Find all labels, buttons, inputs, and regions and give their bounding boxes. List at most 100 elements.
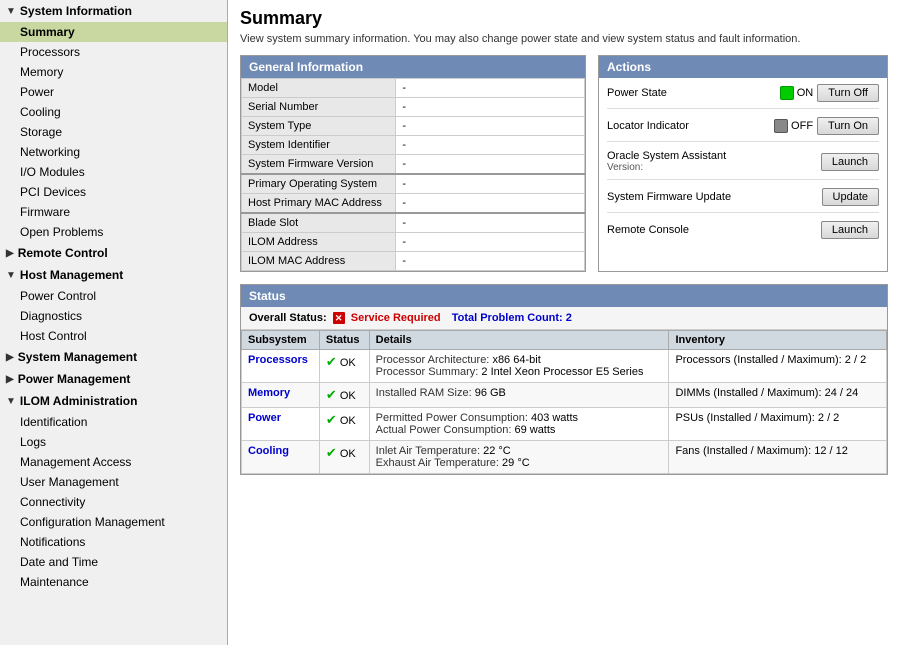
status-ok: ✔ OK xyxy=(319,441,369,474)
remote-controls: Launch xyxy=(821,221,879,239)
sidebar-section-ilom-administration[interactable]: ▼ ILOM Administration xyxy=(0,390,227,412)
gen-info-label: Blade Slot xyxy=(242,213,396,233)
status-col-header: Status xyxy=(319,331,369,350)
error-icon: ✕ xyxy=(333,312,345,324)
status-ok: ✔ OK xyxy=(319,408,369,441)
sidebar-item-host-control[interactable]: Host Control xyxy=(0,326,227,346)
sidebar-item-management-access[interactable]: Management Access xyxy=(0,452,227,472)
status-overall: Overall Status: ✕ Service Required Total… xyxy=(241,307,887,330)
status-inventory: Processors (Installed / Maximum): 2 / 2 xyxy=(669,350,887,383)
power-state-label: Power State xyxy=(607,87,780,99)
sidebar-item-pci-devices[interactable]: PCI Devices xyxy=(0,182,227,202)
sidebar-section-host-management[interactable]: ▼Host Management xyxy=(0,264,227,286)
locator-row: Locator Indicator OFF Turn On xyxy=(607,117,879,142)
sidebar-item-i/o-modules[interactable]: I/O Modules xyxy=(0,162,227,182)
sidebar-item-power-control[interactable]: Power Control xyxy=(0,286,227,306)
status-row: Power✔ OKPermitted Power Consumption: 40… xyxy=(242,408,887,441)
page-title: Summary xyxy=(240,8,888,29)
turn-on-button[interactable]: Turn On xyxy=(817,117,879,135)
sidebar-item-date-and-time[interactable]: Date and Time xyxy=(0,552,227,572)
status-details: Inlet Air Temperature: 22 °CExhaust Air … xyxy=(369,441,669,474)
actions-header: Actions xyxy=(599,56,887,78)
sidebar-item-storage[interactable]: Storage xyxy=(0,122,227,142)
gen-info-value: - xyxy=(396,98,585,117)
sidebar-section-label: ILOM Administration xyxy=(20,394,138,408)
main-content: Summary View system summary information.… xyxy=(228,0,900,645)
sidebar-item-open-problems[interactable]: Open Problems xyxy=(0,222,227,242)
sidebar-section-system-management[interactable]: ▶System Management xyxy=(0,346,227,368)
sidebar-item-memory[interactable]: Memory xyxy=(0,62,227,82)
service-required-text: Service Required xyxy=(351,312,441,324)
firmware-label: System Firmware Update xyxy=(607,191,822,203)
status-row: Processors✔ OKProcessor Architecture: x8… xyxy=(242,350,887,383)
led-green-icon xyxy=(780,86,794,100)
power-on-text: ON xyxy=(797,87,814,99)
remote-launch-button[interactable]: Launch xyxy=(821,221,879,239)
sidebar-item-firmware[interactable]: Firmware xyxy=(0,202,227,222)
status-ok: ✔ OK xyxy=(319,350,369,383)
sidebar-item-power[interactable]: Power xyxy=(0,82,227,102)
general-info-table: Model-Serial Number-System Type-System I… xyxy=(241,78,585,271)
sidebar-item-connectivity[interactable]: Connectivity xyxy=(0,492,227,512)
firmware-row: System Firmware Update Update xyxy=(607,188,879,213)
sidebar-item-logs[interactable]: Logs xyxy=(0,432,227,452)
gen-info-label: Primary Operating System xyxy=(242,174,396,194)
locator-label: Locator Indicator xyxy=(607,120,774,132)
status-inventory: DIMMs (Installed / Maximum): 24 / 24 xyxy=(669,383,887,408)
remote-row: Remote Console Launch xyxy=(607,221,879,245)
top-panels: General Information Model-Serial Number-… xyxy=(240,55,888,272)
sidebar-item-user-management[interactable]: User Management xyxy=(0,472,227,492)
power-on-indicator: ON xyxy=(780,86,814,100)
sidebar-item-maintenance[interactable]: Maintenance xyxy=(0,572,227,592)
sidebar-section-remote-control[interactable]: ▶Remote Control xyxy=(0,242,227,264)
actions-panel: Actions Power State ON Turn Off Locator xyxy=(598,55,888,272)
turn-off-button[interactable]: Turn Off xyxy=(817,84,879,102)
gen-info-value: - xyxy=(396,213,585,233)
sidebar-section-label: Power Management xyxy=(18,372,131,386)
oracle-row: Oracle System Assistant Version: Launch xyxy=(607,150,879,180)
remote-label: Remote Console xyxy=(607,224,821,236)
subsystem-name: Memory xyxy=(242,383,320,408)
status-col-header: Details xyxy=(369,331,669,350)
sidebar-item-diagnostics[interactable]: Diagnostics xyxy=(0,306,227,326)
sidebar-item-summary[interactable]: Summary xyxy=(0,22,227,42)
gen-info-label: System Firmware Version xyxy=(242,155,396,175)
sidebar-item-networking[interactable]: Networking xyxy=(0,142,227,162)
power-state-row: Power State ON Turn Off xyxy=(607,84,879,109)
sidebar-section-label: System Information xyxy=(20,4,132,18)
sidebar-section-label: Remote Control xyxy=(18,246,108,260)
gen-info-label: Host Primary MAC Address xyxy=(242,194,396,214)
gen-info-value: - xyxy=(396,252,585,271)
gen-info-label: ILOM Address xyxy=(242,233,396,252)
total-count-text: Total Problem Count: 2 xyxy=(452,312,572,324)
sidebar-section-power-management[interactable]: ▶Power Management xyxy=(0,368,227,390)
sidebar-item-identification[interactable]: Identification xyxy=(0,412,227,432)
sidebar-section-system-information[interactable]: ▼ System Information xyxy=(0,0,227,22)
status-row: Memory✔ OKInstalled RAM Size: 96 GBDIMMs… xyxy=(242,383,887,408)
chevron-icon: ▼ xyxy=(6,6,16,17)
subsystem-name: Power xyxy=(242,408,320,441)
gen-info-value: - xyxy=(396,194,585,214)
sidebar-item-notifications[interactable]: Notifications xyxy=(0,532,227,552)
gen-info-label: System Identifier xyxy=(242,136,396,155)
gen-info-value: - xyxy=(396,136,585,155)
status-header: Status xyxy=(241,285,887,307)
oracle-launch-button[interactable]: Launch xyxy=(821,153,879,171)
locator-off-indicator: OFF xyxy=(774,119,813,133)
chevron-icon: ▶ xyxy=(6,352,14,363)
actions-content: Power State ON Turn Off Locator Indicato… xyxy=(599,78,887,251)
update-button[interactable]: Update xyxy=(822,188,879,206)
status-details: Installed RAM Size: 96 GB xyxy=(369,383,669,408)
sidebar-item-configuration-management[interactable]: Configuration Management xyxy=(0,512,227,532)
sidebar-item-processors[interactable]: Processors xyxy=(0,42,227,62)
sidebar-item-cooling[interactable]: Cooling xyxy=(0,102,227,122)
locator-off-text: OFF xyxy=(791,120,813,132)
firmware-controls: Update xyxy=(822,188,879,206)
gen-info-label: ILOM MAC Address xyxy=(242,252,396,271)
status-details: Processor Architecture: x86 64-bitProces… xyxy=(369,350,669,383)
power-state-controls: ON Turn Off xyxy=(780,84,879,102)
status-table: SubsystemStatusDetailsInventoryProcessor… xyxy=(241,330,887,474)
page-description: View system summary information. You may… xyxy=(240,33,888,45)
chevron-icon: ▼ xyxy=(6,396,16,407)
locator-controls: OFF Turn On xyxy=(774,117,879,135)
